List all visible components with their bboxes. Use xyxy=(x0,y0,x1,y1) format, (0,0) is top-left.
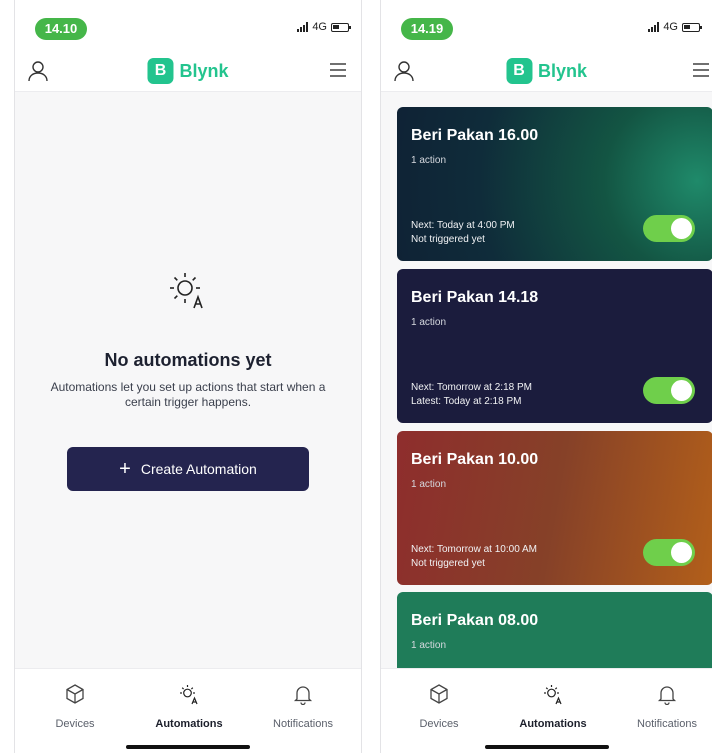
status-bar: 14.19 4G xyxy=(381,0,712,50)
status-indicators: 4G xyxy=(297,21,351,33)
status-time: 14.10 xyxy=(35,18,87,40)
network-type: 4G xyxy=(663,21,678,33)
status-indicators: 4G xyxy=(648,21,702,33)
automation-title: Beri Pakan 10.00 xyxy=(411,451,539,468)
automation-next-run: Next: Tomorrow at 10:00 AM xyxy=(411,544,537,555)
automation-schedule: Next: Tomorrow at 2:18 PM Latest: Today … xyxy=(411,381,532,409)
home-indicator xyxy=(484,745,609,749)
tab-label: Devices xyxy=(55,718,95,730)
brand-name: Blynk xyxy=(537,60,588,81)
brand-logo: B Blynk xyxy=(147,58,229,84)
user-icon[interactable] xyxy=(393,60,415,82)
automation-last-run: Latest: Today at 2:18 PM xyxy=(411,396,522,407)
tab-label: Notifications xyxy=(273,718,333,730)
tab-label: Automations xyxy=(155,718,223,730)
bottom-tab-bar: Devices Automations Notifications xyxy=(381,668,712,753)
status-bar: 14.10 4G xyxy=(15,0,361,50)
automation-enable-toggle[interactable] xyxy=(643,215,695,242)
automation-enable-toggle[interactable] xyxy=(643,539,695,566)
plus-icon: + xyxy=(119,458,131,480)
app-header: B Blynk xyxy=(15,50,361,92)
cube-icon xyxy=(66,684,84,704)
automation-card[interactable]: Beri Pakan 14.18 1 action Next: Tomorrow… xyxy=(397,269,712,423)
signal-icon xyxy=(648,22,660,32)
phone-screen-list: 14.19 4G B Blynk Beri Pakan 16.00 1 acti… xyxy=(380,0,712,753)
user-icon[interactable] xyxy=(27,60,49,82)
tab-label: Automations xyxy=(519,718,587,730)
signal-icon xyxy=(297,22,309,32)
battery-icon xyxy=(682,22,702,32)
cube-icon xyxy=(430,684,448,704)
bell-icon xyxy=(293,686,313,705)
automation-schedule: Next: Today at 4:00 PM Not triggered yet xyxy=(411,219,515,247)
phone-screen-empty: 14.10 4G B Blynk No automations yet Auto… xyxy=(14,0,362,753)
automation-enable-toggle[interactable] xyxy=(643,377,695,404)
tab-notifications[interactable]: Notifications xyxy=(617,683,712,730)
tab-automations[interactable]: Automations xyxy=(503,683,603,730)
brand-name: Blynk xyxy=(179,60,229,81)
create-automation-button[interactable]: + Create Automation xyxy=(67,447,309,491)
bell-icon xyxy=(657,686,677,705)
automation-icon xyxy=(544,685,562,705)
automation-last-run: Not triggered yet xyxy=(411,234,485,245)
tab-label: Notifications xyxy=(637,718,697,730)
automation-action-count: 1 action xyxy=(411,317,447,328)
automation-action-count: 1 action xyxy=(411,479,447,490)
brand-logo: B Blynk xyxy=(505,58,588,84)
screenshot-canvas: 14.10 4G B Blynk No automations yet Auto… xyxy=(0,0,712,753)
battery-icon xyxy=(331,22,351,32)
tab-label: Devices xyxy=(419,718,459,730)
empty-state-title: No automations yet xyxy=(104,350,272,370)
empty-state: No automations yet Automations let you s… xyxy=(15,92,361,668)
automation-sun-icon xyxy=(170,273,203,309)
automation-icon xyxy=(180,685,198,705)
create-automation-label: Create Automation xyxy=(140,461,257,477)
bottom-tab-bar: Devices Automations Notifications xyxy=(15,668,361,753)
automation-title: Beri Pakan 14.18 xyxy=(411,289,539,306)
tab-automations[interactable]: Automations xyxy=(139,683,239,730)
tab-notifications[interactable]: Notifications xyxy=(253,683,353,730)
automation-action-count: 1 action xyxy=(411,640,447,651)
automation-card[interactable]: Beri Pakan 10.00 1 action Next: Tomorrow… xyxy=(397,431,712,585)
automation-next-run: Next: Tomorrow at 2:18 PM xyxy=(411,382,532,393)
brand-mark: B xyxy=(505,58,532,84)
brand-mark: B xyxy=(147,58,174,84)
automation-last-run: Not triggered yet xyxy=(411,558,485,569)
tab-devices[interactable]: Devices xyxy=(389,683,489,730)
automation-schedule: Next: Tomorrow at 10:00 AM Not triggered… xyxy=(411,543,537,571)
network-type: 4G xyxy=(312,21,327,33)
status-time: 14.19 xyxy=(401,18,453,40)
automation-card[interactable]: Beri Pakan 08.00 1 action xyxy=(397,592,712,668)
home-indicator xyxy=(126,745,250,749)
hamburger-menu-icon[interactable] xyxy=(329,62,347,78)
automation-card[interactable]: Beri Pakan 16.00 1 action Next: Today at… xyxy=(397,107,712,261)
hamburger-menu-icon[interactable] xyxy=(692,62,710,78)
automation-next-run: Next: Today at 4:00 PM xyxy=(411,220,515,231)
automation-list: Beri Pakan 16.00 1 action Next: Today at… xyxy=(381,92,712,668)
automation-title: Beri Pakan 08.00 xyxy=(411,612,539,629)
app-header: B Blynk xyxy=(381,50,712,92)
automation-action-count: 1 action xyxy=(411,155,447,166)
tab-devices[interactable]: Devices xyxy=(25,683,125,730)
automation-title: Beri Pakan 16.00 xyxy=(411,127,539,144)
empty-state-description: Automations let you set up actions that … xyxy=(50,380,326,409)
